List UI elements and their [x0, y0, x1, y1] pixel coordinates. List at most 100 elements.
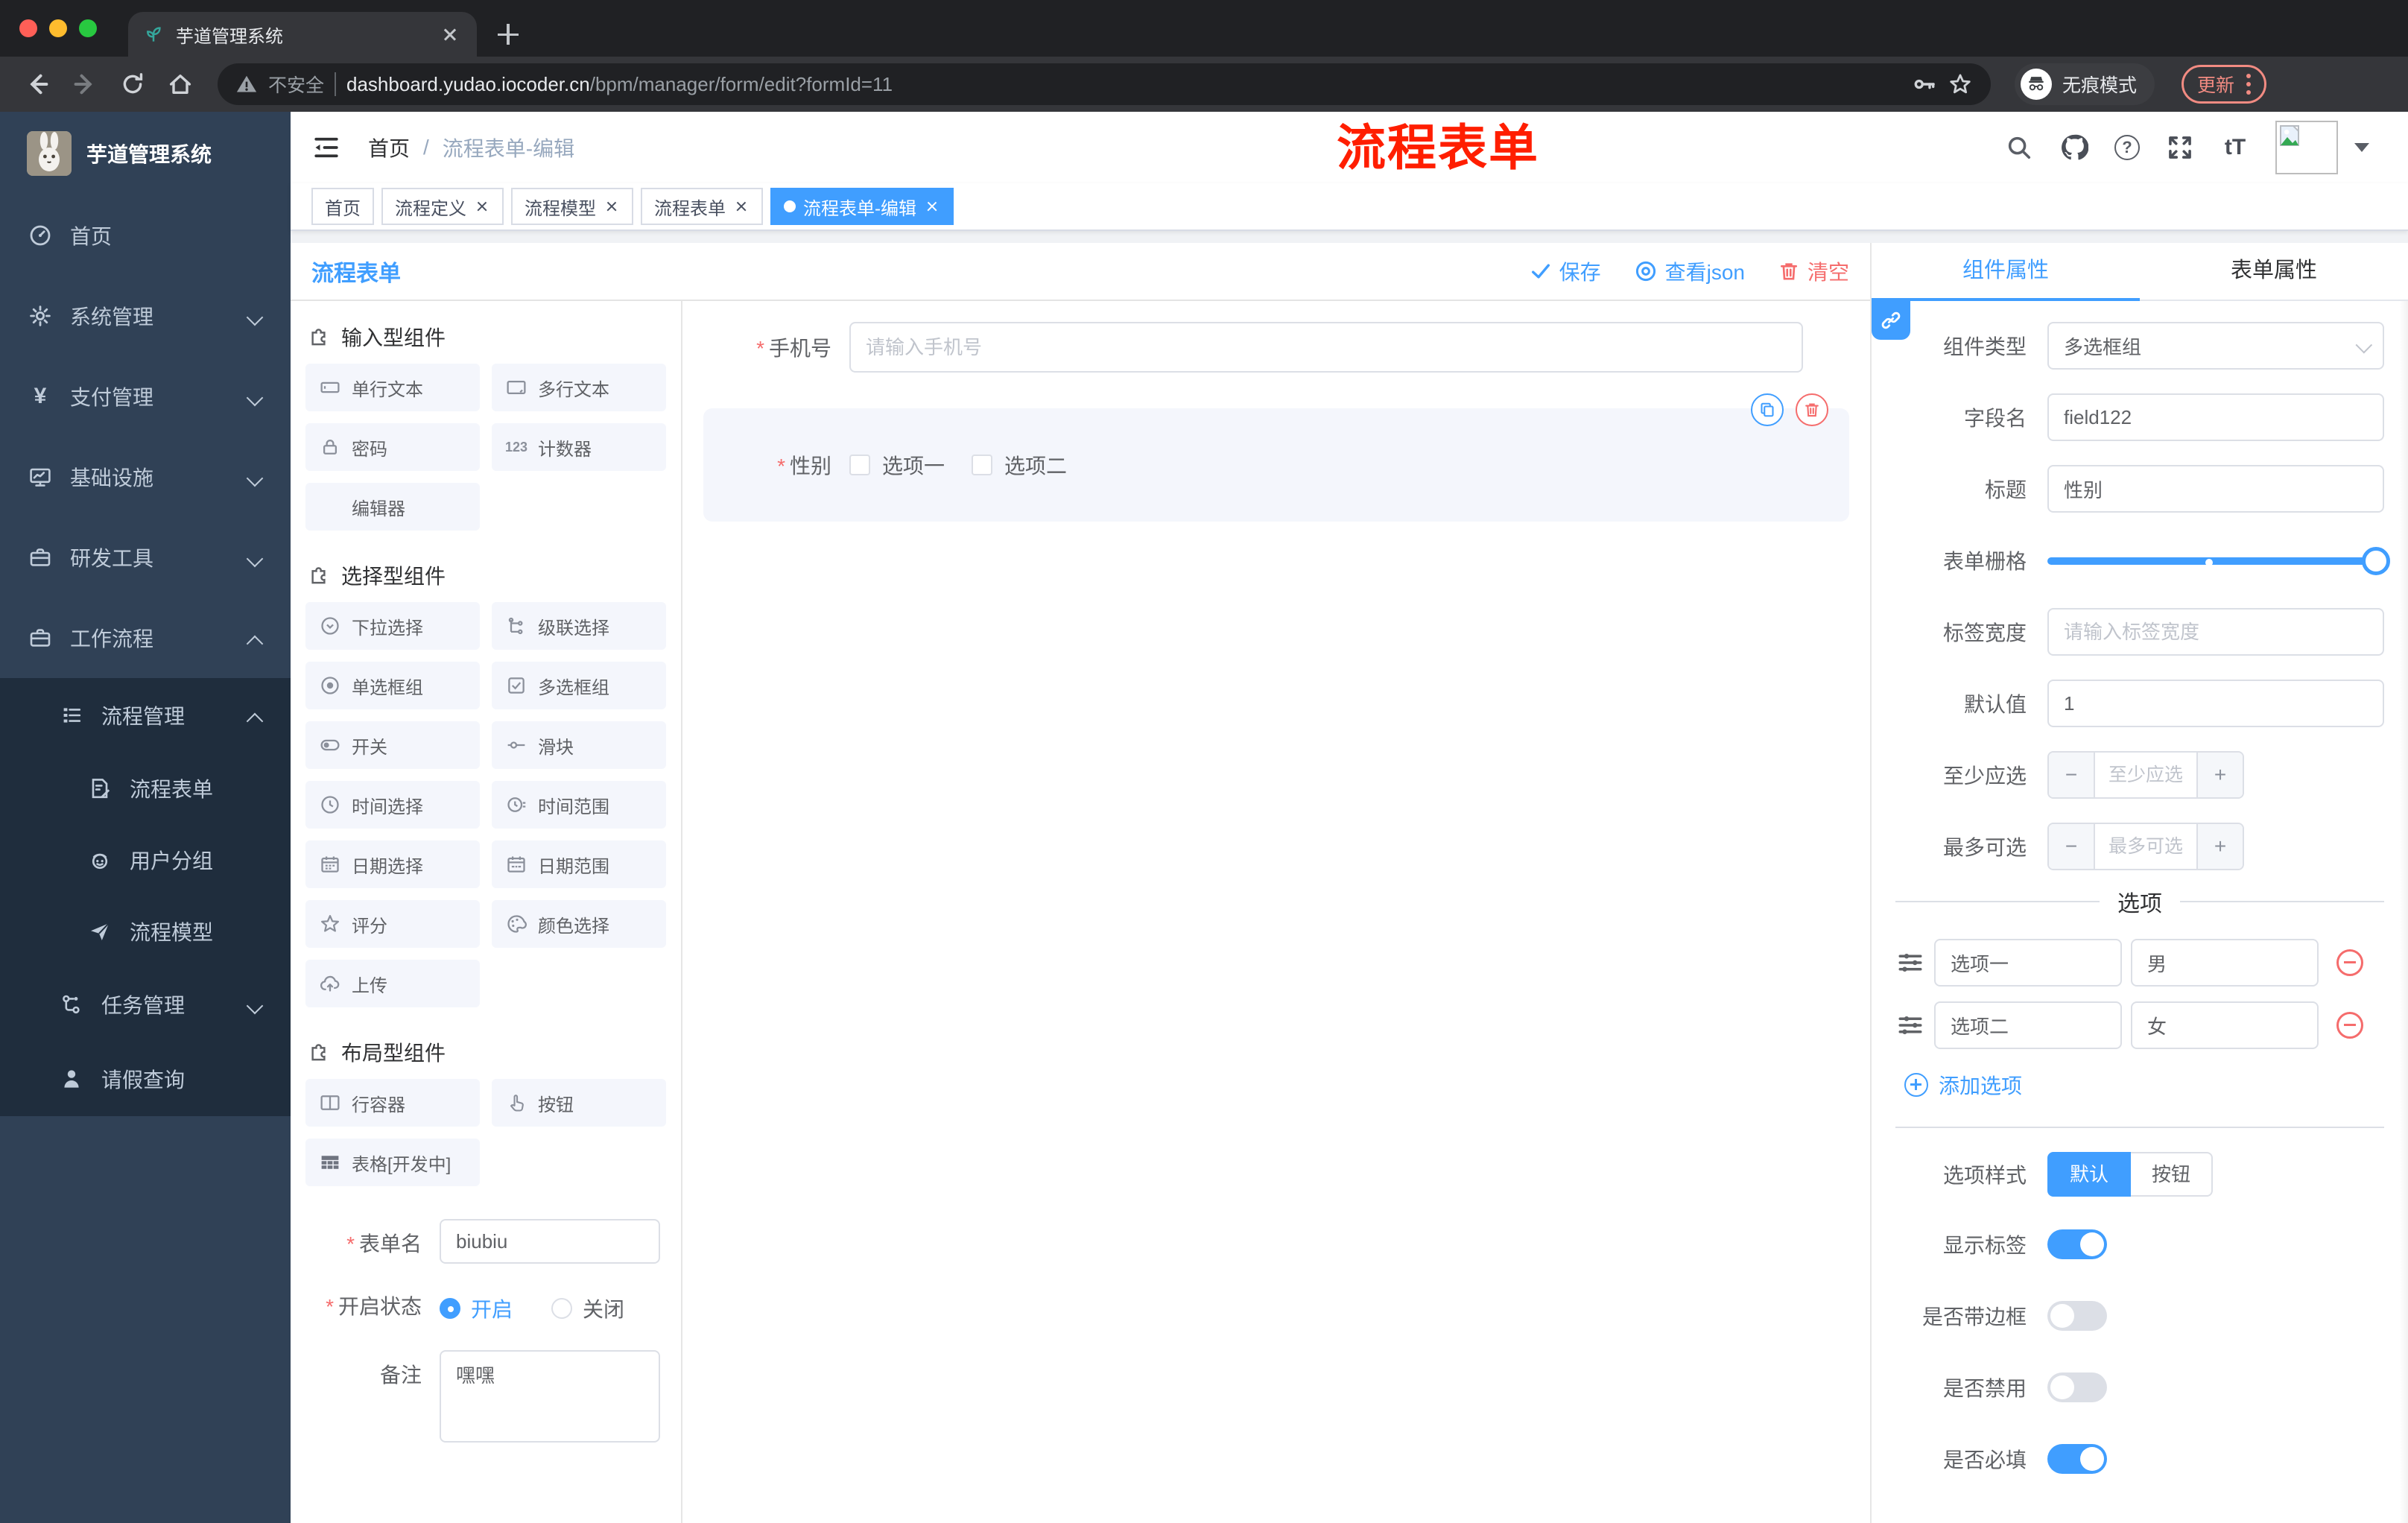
component-item-textarea[interactable]: 多行文本	[492, 364, 666, 411]
forward-icon[interactable]	[66, 65, 104, 104]
gender-option-1-checkbox[interactable]: 选项一	[849, 450, 945, 480]
sidebar-item-home[interactable]: 首页	[0, 195, 291, 276]
drag-handle-icon[interactable]	[1895, 948, 1925, 978]
github-icon[interactable]	[2059, 133, 2089, 162]
style-default-button[interactable]: 默认	[2047, 1152, 2132, 1197]
component-item-editor[interactable]: 编辑器	[305, 483, 480, 531]
delete-component-button[interactable]	[1796, 393, 1828, 426]
link-field-tag[interactable]	[1872, 301, 1910, 340]
url-text[interactable]: dashboard.yudao.iocoder.cn/bpm/manager/f…	[346, 73, 1901, 96]
field-name-input[interactable]	[2047, 393, 2384, 441]
fullscreen-icon[interactable]	[2165, 133, 2195, 162]
component-item-cascader[interactable]: 级联选择	[492, 602, 666, 650]
close-icon[interactable]	[733, 198, 750, 215]
status-open-radio[interactable]: 开启	[440, 1294, 513, 1323]
help-icon[interactable]: ?	[2114, 135, 2140, 160]
grid-slider[interactable]	[2047, 536, 2390, 584]
tag-process-form[interactable]: 流程表单	[641, 188, 763, 225]
component-item-row-container[interactable]: 行容器	[305, 1079, 480, 1127]
search-icon[interactable]	[2004, 133, 2034, 162]
window-close-button[interactable]	[19, 19, 37, 37]
reload-icon[interactable]	[113, 65, 152, 104]
sidebar-item-process-form[interactable]: 流程表单	[0, 753, 291, 824]
increase-button[interactable]: +	[2198, 824, 2243, 869]
max-select-input[interactable]	[2094, 824, 2198, 869]
component-item-slider[interactable]: 滑块	[492, 721, 666, 769]
required-switch[interactable]	[2047, 1444, 2107, 1474]
component-item-switch[interactable]: 开关	[305, 721, 480, 769]
avatar[interactable]	[2275, 121, 2338, 174]
new-tab-button[interactable]	[489, 15, 527, 54]
component-type-select[interactable]: 多选框组	[2047, 322, 2384, 370]
avatar-caret-icon[interactable]	[2354, 143, 2369, 152]
tag-process-form-edit[interactable]: 流程表单-编辑	[770, 188, 954, 225]
component-item-table[interactable]: 表格[开发中]	[305, 1139, 480, 1186]
component-item-upload[interactable]: 上传	[305, 960, 480, 1007]
sidebar-item-process-model[interactable]: 流程模型	[0, 896, 291, 967]
increase-button[interactable]: +	[2198, 753, 2243, 797]
show-label-switch[interactable]	[2047, 1229, 2107, 1259]
close-icon[interactable]	[603, 198, 620, 215]
window-zoom-button[interactable]	[79, 19, 97, 37]
sidebar-item-process-mgmt[interactable]: 流程管理	[0, 678, 291, 753]
sidebar-item-system[interactable]: 系统管理	[0, 276, 291, 356]
close-icon[interactable]	[924, 198, 940, 215]
component-item-color-picker[interactable]: 颜色选择	[492, 900, 666, 948]
sidebar-item-infra[interactable]: 基础设施	[0, 437, 291, 517]
sidebar-collapse-icon[interactable]	[311, 133, 341, 162]
close-icon[interactable]	[474, 198, 490, 215]
window-minimize-button[interactable]	[49, 19, 67, 37]
drag-handle-icon[interactable]	[1895, 1010, 1925, 1040]
option-1-label-input[interactable]	[1934, 939, 2122, 987]
back-icon[interactable]	[18, 65, 57, 104]
save-button[interactable]: 保存	[1530, 256, 1601, 286]
option-2-value-input[interactable]	[2131, 1001, 2319, 1049]
label-width-input[interactable]	[2047, 608, 2384, 656]
sidebar-item-task-mgmt[interactable]: 任务管理	[0, 967, 291, 1042]
remark-textarea[interactable]: 嘿嘿	[440, 1350, 660, 1443]
tab-close-icon[interactable]	[438, 22, 462, 46]
component-item-time-range[interactable]: 时间范围	[492, 781, 666, 829]
slider-handle[interactable]	[2362, 547, 2390, 575]
component-item-password[interactable]: 密码	[305, 423, 480, 471]
password-key-icon[interactable]	[1912, 72, 1937, 97]
gender-option-2-checkbox[interactable]: 选项二	[972, 450, 1067, 480]
browser-tab[interactable]: 芋道管理系统	[128, 12, 477, 57]
tab-component-props[interactable]: 组件属性	[1872, 243, 2140, 300]
decrease-button[interactable]: −	[2049, 753, 2094, 797]
menu-dots-icon[interactable]	[2246, 74, 2252, 95]
bookmark-star-icon[interactable]	[1948, 72, 1973, 97]
canvas-field-gender-selected[interactable]: * 性别 选项一 选项二	[703, 393, 1849, 522]
view-json-button[interactable]: 查看json	[1634, 256, 1745, 286]
sidebar-item-leave-query[interactable]: 请假查询	[0, 1042, 291, 1116]
option-1-value-input[interactable]	[2131, 939, 2319, 987]
tag-process-definition[interactable]: 流程定义	[381, 188, 504, 225]
add-option-button[interactable]: 添加选项	[1904, 1070, 2384, 1100]
font-size-icon[interactable]: tT	[2220, 133, 2250, 162]
form-canvas[interactable]: *手机号 *性别 选项一	[682, 301, 1870, 1523]
component-item-time[interactable]: 时间选择	[305, 781, 480, 829]
component-item-checkbox-group[interactable]: 多选框组	[492, 662, 666, 709]
canvas-field-phone[interactable]: * 手机号	[703, 322, 1849, 373]
component-item-single-text[interactable]: 单行文本	[305, 364, 480, 411]
component-item-rate[interactable]: 评分	[305, 900, 480, 948]
copy-component-button[interactable]	[1751, 393, 1784, 426]
tag-home[interactable]: 首页	[311, 188, 374, 225]
component-item-counter[interactable]: 123 计数器	[492, 423, 666, 471]
component-item-date[interactable]: 日期选择	[305, 840, 480, 888]
tag-process-model[interactable]: 流程模型	[511, 188, 633, 225]
disabled-switch[interactable]	[2047, 1372, 2107, 1402]
min-select-input[interactable]	[2094, 753, 2198, 797]
decrease-button[interactable]: −	[2049, 824, 2094, 869]
style-button-button[interactable]: 按钮	[2131, 1152, 2214, 1197]
remove-option-icon[interactable]	[2336, 1012, 2363, 1039]
sidebar-item-user-group[interactable]: 用户分组	[0, 824, 291, 896]
clear-button[interactable]: 清空	[1778, 256, 1849, 286]
tab-form-props[interactable]: 表单属性	[2140, 243, 2408, 300]
form-name-input[interactable]	[440, 1219, 660, 1264]
component-item-radio-group[interactable]: 单选框组	[305, 662, 480, 709]
home-icon[interactable]	[161, 65, 200, 104]
update-button[interactable]: 更新	[2182, 65, 2267, 104]
remove-option-icon[interactable]	[2336, 949, 2363, 976]
title-input[interactable]	[2047, 465, 2384, 513]
